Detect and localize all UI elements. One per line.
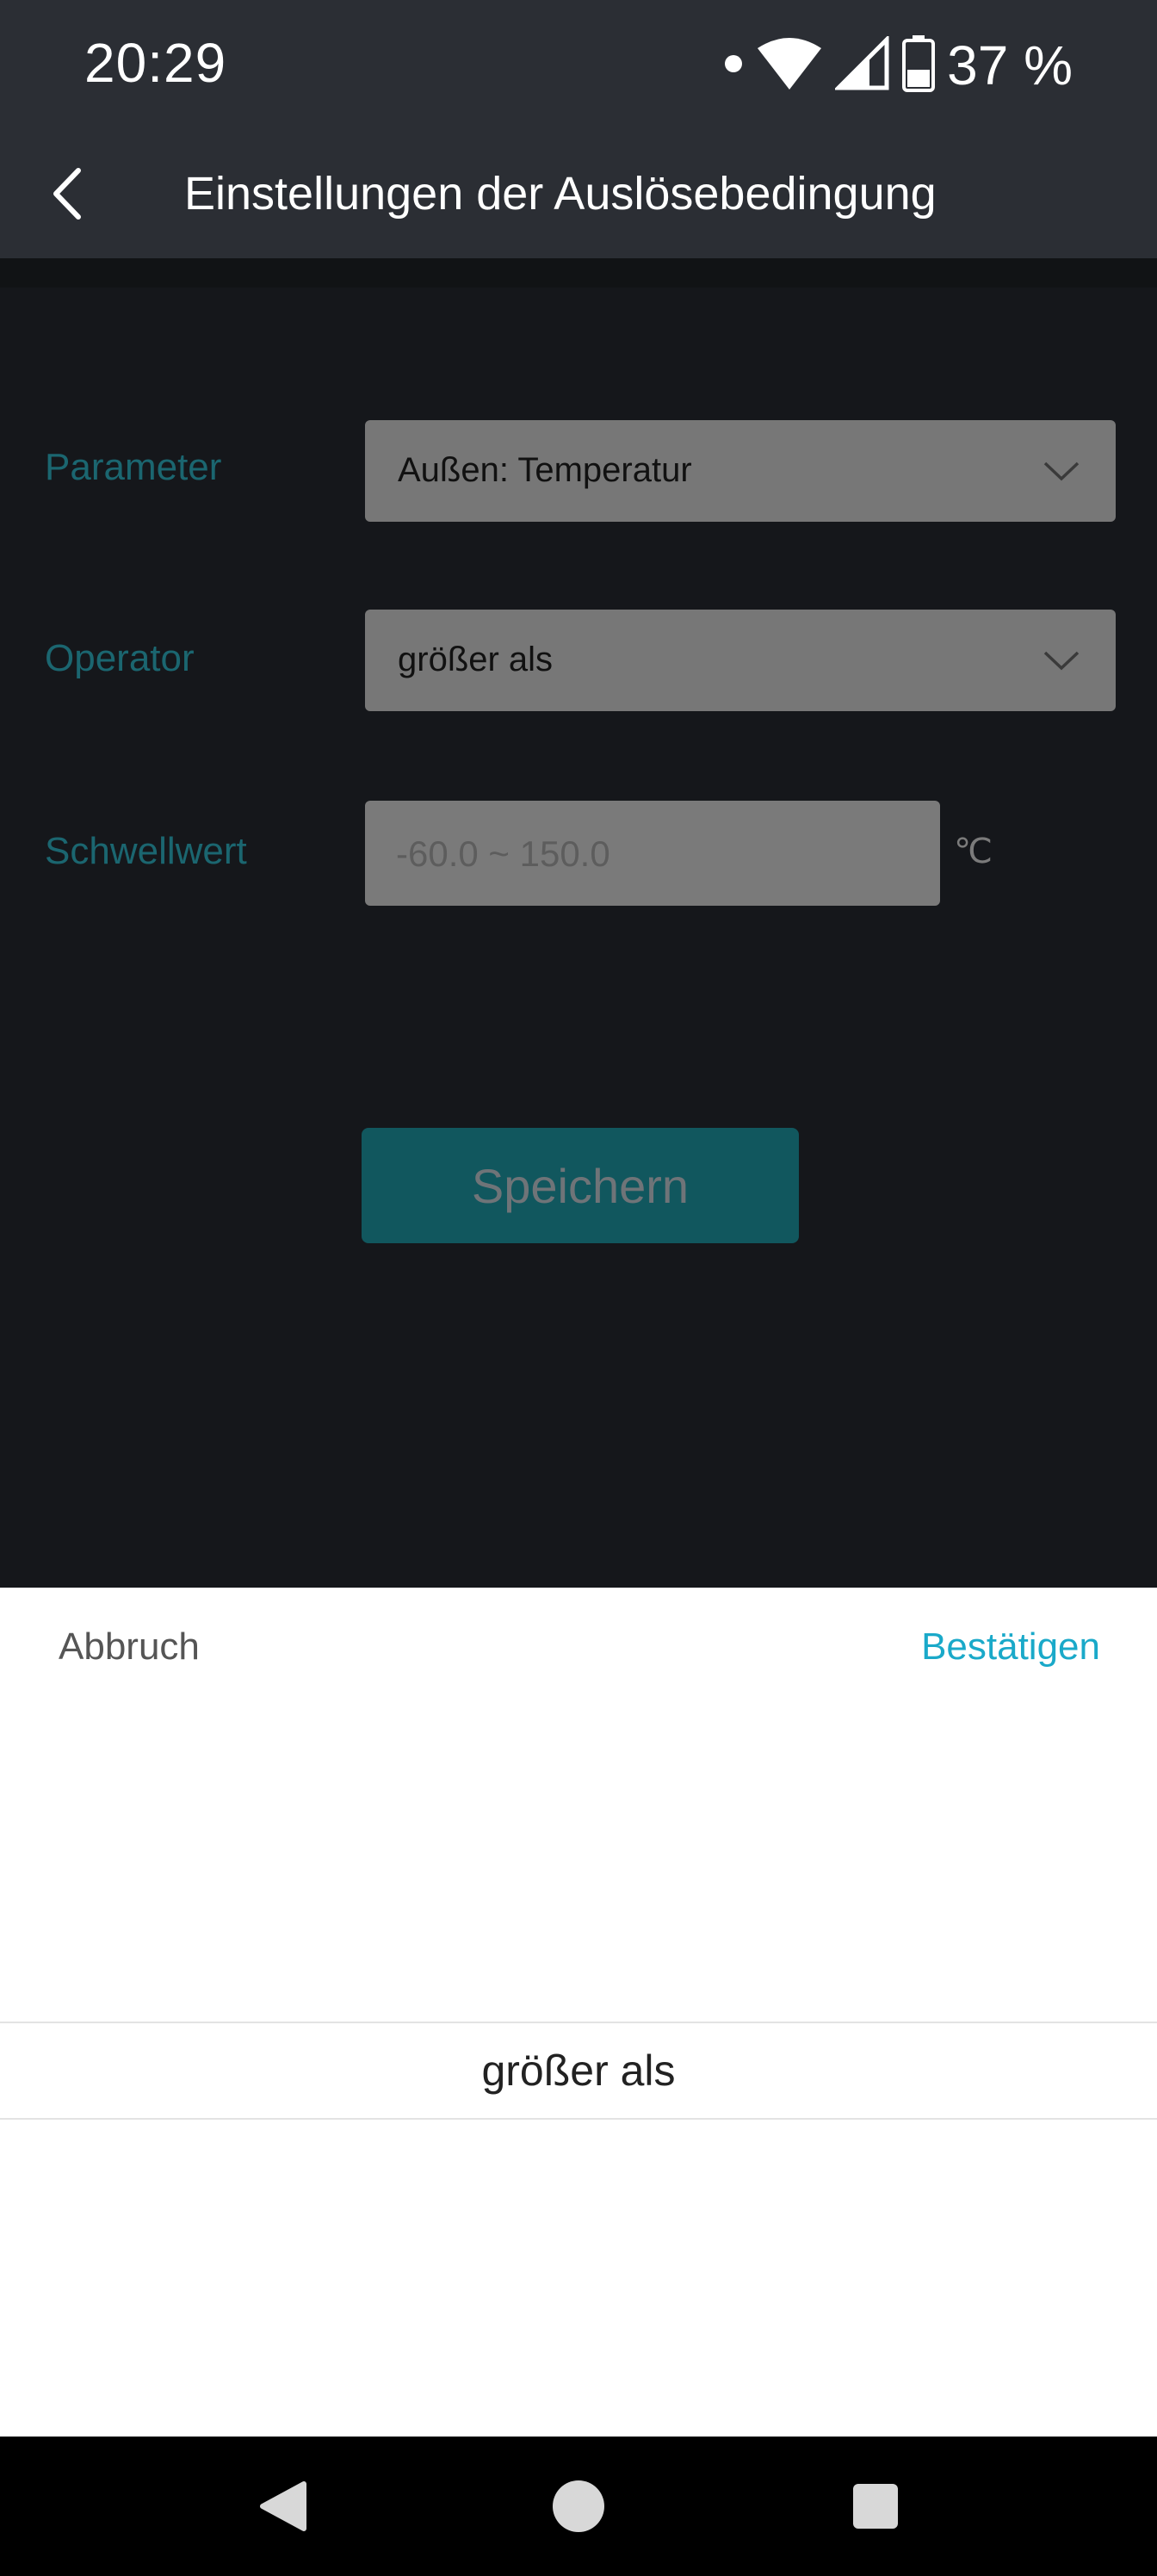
picker-divider-bottom [0,2118,1157,2120]
nav-home-button[interactable] [540,2468,617,2545]
picker-option-selected[interactable]: größer als [0,2023,1157,2118]
parameter-value: Außen: Temperatur [398,451,692,489]
battery-percent: 37 % [947,34,1073,96]
operator-label: Operator [45,637,195,679]
status-icons: 37 % [723,31,1073,100]
threshold-unit: ℃ [954,833,993,870]
wifi-icon [756,36,823,96]
save-button[interactable]: Speichern [362,1128,799,1243]
app-header: Einstellungen der Auslösebedingung [0,129,1157,258]
parameter-select[interactable]: Außen: Temperatur [365,420,1116,522]
status-bar: 20:29 37 % [0,0,1157,129]
system-nav-bar [0,2437,1157,2576]
circle-home-icon [553,2480,604,2532]
chevron-down-icon [1043,651,1080,671]
chevron-left-icon [53,168,81,220]
nav-recents-button[interactable] [837,2468,914,2545]
threshold-placeholder: -60.0 ~ 150.0 [396,833,610,874]
status-time: 20:29 [84,32,227,94]
page-title: Einstellungen der Auslösebedingung [184,168,937,220]
battery-icon [902,34,936,96]
chevron-down-icon [1043,461,1080,481]
threshold-label: Schwellwert [45,830,247,872]
cell-signal-icon [833,34,890,96]
operator-picker-sheet: Abbruch Bestätigen größer als [0,1588,1157,2437]
nav-back-button[interactable] [244,2468,322,2545]
header-divider [0,258,1157,288]
operator-select[interactable]: größer als [365,610,1116,711]
cancel-button[interactable]: Abbruch [59,1625,200,1669]
threshold-input[interactable]: -60.0 ~ 150.0 [365,801,940,906]
back-button[interactable] [38,165,95,222]
confirm-button[interactable]: Bestätigen [921,1625,1100,1669]
notification-dot-icon [723,53,744,78]
triangle-back-icon [260,2481,306,2531]
square-recents-icon [853,2484,898,2529]
operator-value: größer als [398,641,554,678]
parameter-label: Parameter [45,446,222,488]
